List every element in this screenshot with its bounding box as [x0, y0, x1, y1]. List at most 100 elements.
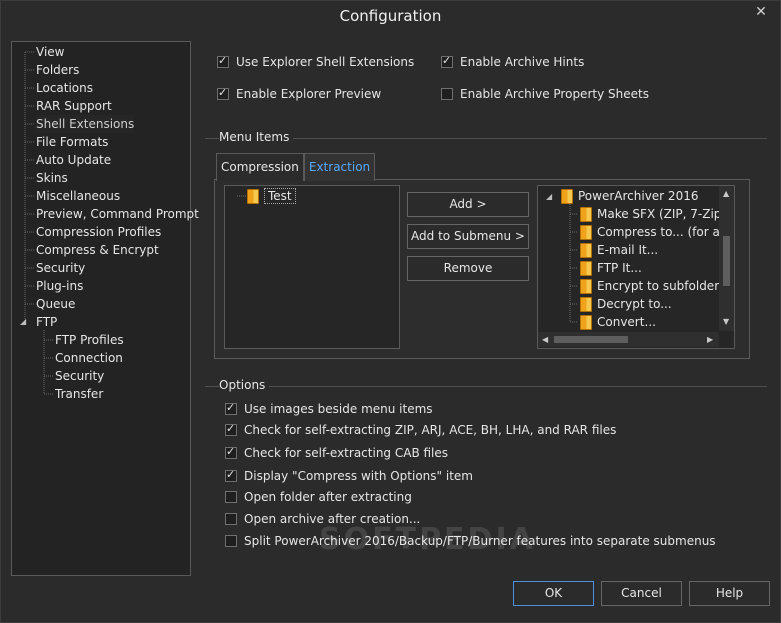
tree-item-decrypt-to[interactable]: Decrypt to... — [580, 295, 672, 313]
scroll-down-icon[interactable]: ▼ — [723, 317, 729, 326]
tree-item-label: Convert... — [597, 315, 656, 329]
tab-compression[interactable]: Compression — [216, 153, 304, 181]
tree-item-locations[interactable]: Locations — [36, 79, 93, 97]
tree-item-make-sfx[interactable]: Make SFX (ZIP, 7-Zip a — [580, 205, 733, 223]
tree-item-email-it[interactable]: E-mail It... — [580, 241, 658, 259]
enable-explorer-preview-label: Enable Explorer Preview — [236, 87, 382, 101]
folder-icon — [580, 242, 592, 258]
tree-item-folders[interactable]: Folders — [36, 61, 79, 79]
scroll-right-icon[interactable]: ▶ — [707, 335, 713, 344]
menu-items-title: Menu Items — [219, 130, 294, 144]
tree-item-queue[interactable]: Queue — [36, 295, 75, 313]
close-icon[interactable]: ✕ — [746, 2, 776, 22]
folder-icon — [580, 278, 592, 294]
tree-item-shell-extensions[interactable]: Shell Extensions — [36, 115, 135, 133]
checkbox-unchecked-icon — [225, 491, 237, 503]
add-to-submenu-button[interactable]: Add to Submenu > — [407, 224, 529, 249]
tree-item-rar-support[interactable]: RAR Support — [36, 97, 112, 115]
tree-item-encrypt-subfolder[interactable]: Encrypt to subfolder — [580, 277, 719, 295]
softpedia-watermark: SOFTPEDIA — [319, 522, 536, 557]
enable-archive-hints-checkbox[interactable]: Enable Archive Hints — [441, 53, 584, 71]
use-images-checkbox[interactable]: Use images beside menu items — [225, 400, 433, 418]
list-item-test[interactable]: Test — [247, 187, 296, 205]
enable-explorer-preview-checkbox[interactable]: Enable Explorer Preview — [217, 85, 381, 103]
options-divider — [205, 386, 767, 387]
available-menu-items-list[interactable]: ◢ PowerArchiver 2016 Make SFX (ZIP, 7-Zi… — [537, 185, 735, 349]
checkbox-checked-icon — [441, 54, 453, 68]
selected-menu-items-list[interactable]: Test — [224, 185, 400, 349]
tree-item-compress-to[interactable]: Compress to... (for arc — [580, 223, 731, 241]
tab-extraction[interactable]: Extraction — [303, 153, 376, 181]
tree-item-ftp-security[interactable]: Security — [55, 367, 104, 385]
tree-item-skins[interactable]: Skins — [36, 169, 68, 187]
settings-tree[interactable]: View Folders Locations RAR Support Shell… — [11, 41, 199, 576]
tree-root-powerarchiver[interactable]: PowerArchiver 2016 — [561, 187, 698, 205]
tree-item-view[interactable]: View — [36, 43, 64, 61]
use-explorer-shell-label: Use Explorer Shell Extensions — [236, 55, 415, 69]
window-title: Configuration — [339, 7, 442, 25]
tree-item-miscellaneous[interactable]: Miscellaneous — [36, 187, 120, 205]
checkbox-checked-icon — [217, 86, 229, 100]
option-label: Open folder after extracting — [244, 490, 412, 504]
tree-item-transfer[interactable]: Transfer — [55, 385, 103, 403]
vertical-scrollbar[interactable]: ▲ ▼ — [719, 186, 734, 331]
configuration-window: Configuration ✕ View Folders Locations R… — [0, 0, 781, 623]
check-sfx-zip-checkbox[interactable]: Check for self-extracting ZIP, ARJ, ACE,… — [225, 421, 616, 439]
check-sfx-cab-checkbox[interactable]: Check for self-extracting CAB files — [225, 444, 448, 462]
menu-items-tabs: Compression Extraction — [216, 153, 376, 181]
folder-icon — [580, 260, 592, 276]
enable-archive-property-label: Enable Archive Property Sheets — [460, 87, 649, 101]
cancel-button[interactable]: Cancel — [601, 581, 682, 606]
folder-icon — [247, 188, 259, 204]
help-button[interactable]: Help — [689, 581, 770, 606]
tree-item-ftp[interactable]: FTP — [36, 313, 57, 331]
scroll-thumb[interactable] — [723, 236, 730, 286]
scroll-up-icon[interactable]: ▲ — [723, 189, 729, 198]
tree-item-preview-command-prompt[interactable]: Preview, Command Prompt — [36, 205, 199, 223]
tree-item-auto-update[interactable]: Auto Update — [36, 151, 111, 169]
tree-item-ftp-it[interactable]: FTP It... — [580, 259, 642, 277]
option-label: Check for self-extracting ZIP, ARJ, ACE,… — [244, 423, 617, 437]
options-title: Options — [219, 378, 270, 392]
tree-item-security[interactable]: Security — [36, 259, 85, 277]
tree-item-label: Encrypt to subfolder — [597, 279, 720, 293]
option-label: Display "Compress with Options" item — [244, 469, 473, 483]
checkbox-unchecked-icon — [225, 513, 237, 525]
open-folder-after-extracting-checkbox[interactable]: Open folder after extracting — [225, 488, 412, 506]
folder-icon — [580, 314, 592, 330]
checkbox-checked-icon — [217, 54, 229, 68]
checkbox-unchecked-icon — [441, 88, 453, 100]
tree-item-plug-ins[interactable]: Plug-ins — [36, 277, 83, 295]
option-label: Check for self-extracting CAB files — [244, 446, 449, 460]
tree-item-label: Decrypt to... — [597, 297, 672, 311]
remove-button[interactable]: Remove — [407, 256, 529, 281]
tree-item-ftp-profiles[interactable]: FTP Profiles — [55, 331, 124, 349]
title-bar: Configuration ✕ — [1, 1, 780, 32]
tree-item-label: Make SFX (ZIP, 7-Zip a — [597, 207, 733, 221]
ok-button[interactable]: OK — [513, 581, 594, 606]
tree-collapse-icon[interactable]: ◢ — [20, 317, 26, 326]
tree-item-file-formats[interactable]: File Formats — [36, 133, 108, 151]
tree-item-label: FTP It... — [597, 261, 642, 275]
scroll-thumb[interactable] — [554, 336, 628, 343]
tree-root-label: PowerArchiver 2016 — [578, 189, 699, 203]
tree-item-label: Compress to... (for arc — [597, 225, 732, 239]
horizontal-scrollbar[interactable]: ◀ ▶ — [538, 332, 719, 347]
checkbox-checked-icon — [225, 401, 237, 415]
folder-icon — [580, 224, 592, 240]
tree-item-compression-profiles[interactable]: Compression Profiles — [36, 223, 161, 241]
folder-icon — [580, 296, 592, 312]
enable-archive-property-checkbox[interactable]: Enable Archive Property Sheets — [441, 85, 649, 103]
checkbox-unchecked-icon — [225, 535, 237, 547]
tree-item-convert[interactable]: Convert... — [580, 313, 656, 331]
scroll-left-icon[interactable]: ◀ — [542, 335, 548, 344]
checkbox-checked-icon — [225, 445, 237, 459]
tree-item-compress-encrypt[interactable]: Compress & Encrypt — [36, 241, 159, 259]
tree-item-connection[interactable]: Connection — [55, 349, 123, 367]
display-compress-options-checkbox[interactable]: Display "Compress with Options" item — [225, 467, 473, 485]
option-label: Use images beside menu items — [244, 402, 433, 416]
folder-icon — [580, 206, 592, 222]
use-explorer-shell-checkbox[interactable]: Use Explorer Shell Extensions — [217, 53, 414, 71]
enable-archive-hints-label: Enable Archive Hints — [460, 55, 585, 69]
add-button[interactable]: Add > — [407, 192, 529, 217]
